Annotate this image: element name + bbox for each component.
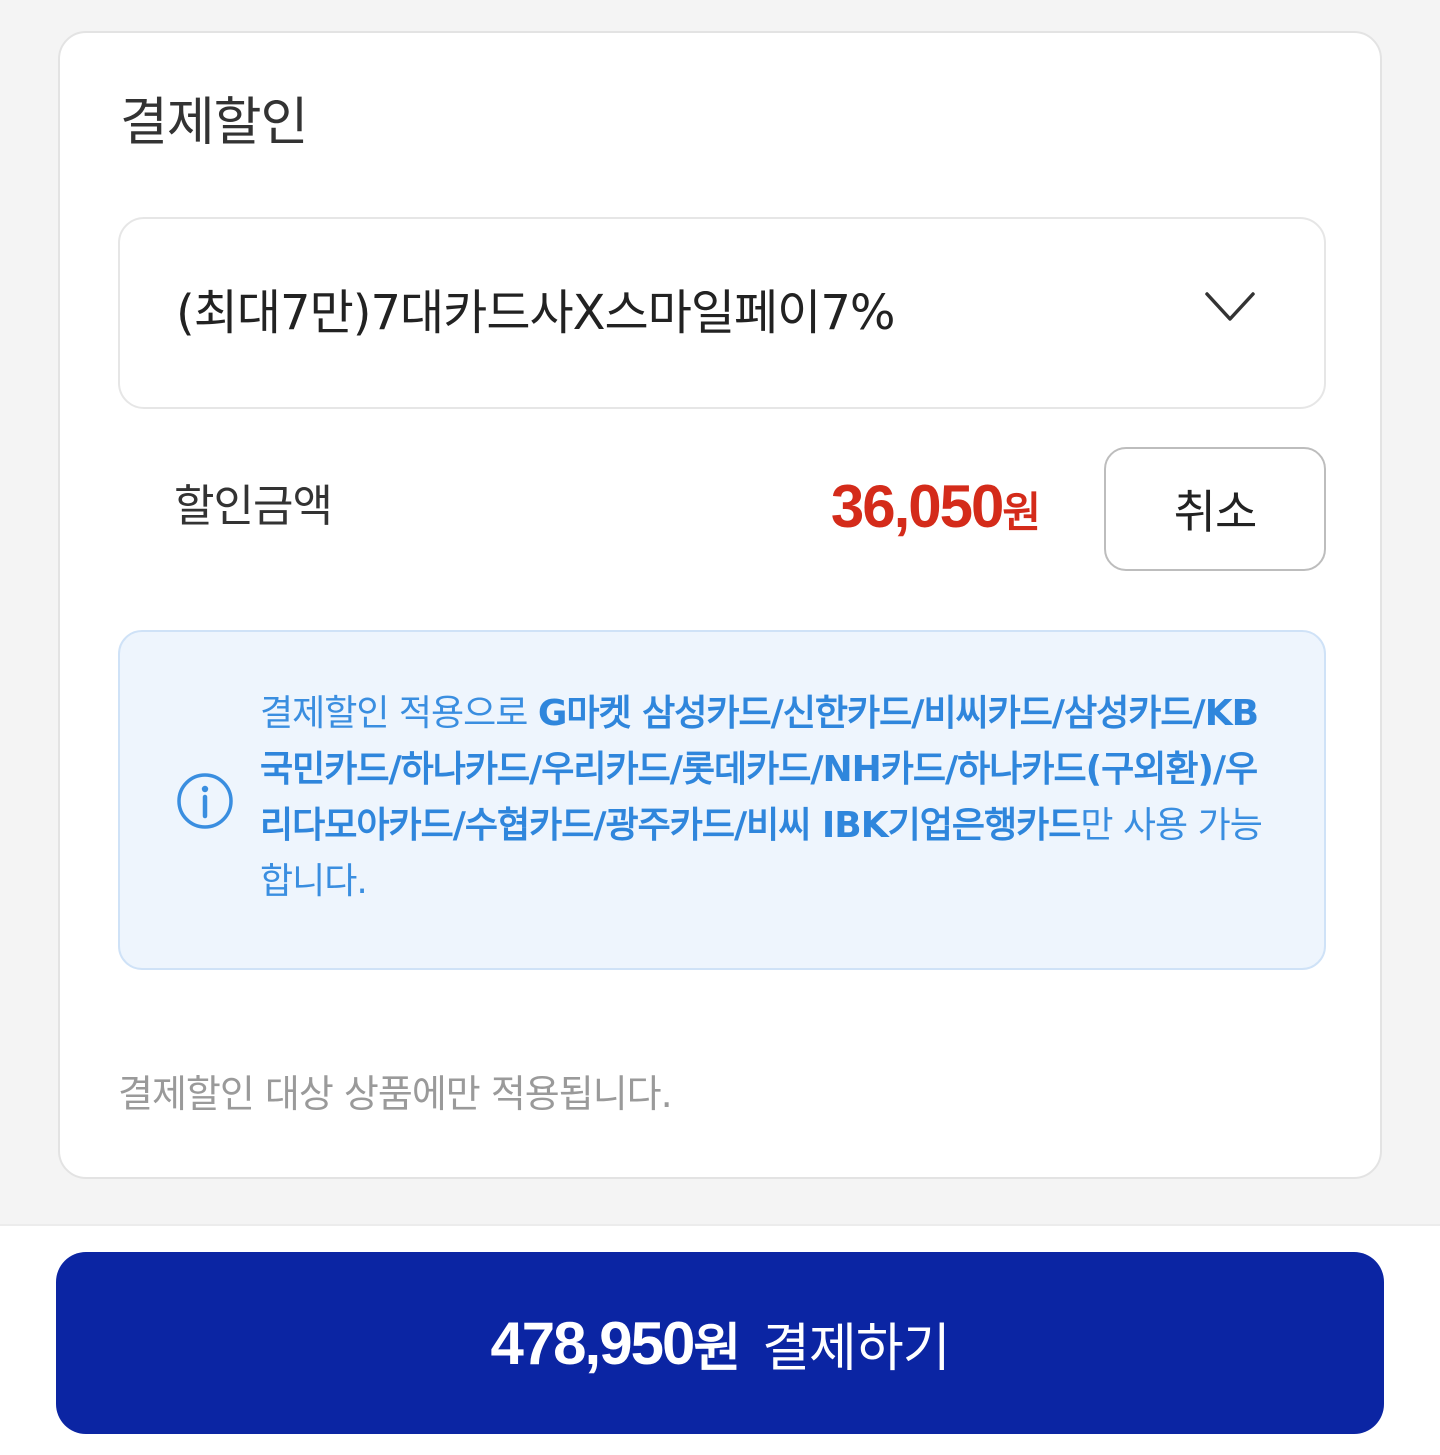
- discount-amount-number: 36,050: [830, 473, 1005, 540]
- discount-select-value: (최대7만)7대카드사X스마일페이7%: [176, 285, 895, 341]
- pay-amount: 478,950: [490, 1309, 695, 1377]
- info-text-prefix: 결제할인 적용으로: [260, 693, 538, 734]
- payment-page: 결제할인 (최대7만)7대카드사X스마일페이7% 할인금액 36,050원 취소…: [0, 0, 1440, 1455]
- discount-amount-value: 36,050원: [830, 471, 1041, 549]
- section-title: 결제할인: [120, 93, 308, 153]
- discount-amount-label: 할인금액: [174, 481, 333, 532]
- pay-button[interactable]: 478,950 원 결제하기: [56, 1252, 1384, 1434]
- discount-select[interactable]: (최대7만)7대카드사X스마일페이7%: [118, 217, 1326, 409]
- footnote: 결제할인 대상 상품에만 적용됩니다.: [118, 1072, 673, 1116]
- info-notice: 결제할인 적용으로 G마켓 삼성카드/신한카드/비씨카드/삼성카드/KB국민카드…: [118, 630, 1326, 970]
- cancel-button[interactable]: 취소: [1104, 447, 1326, 571]
- discount-card: 결제할인 (최대7만)7대카드사X스마일페이7% 할인금액 36,050원 취소…: [58, 31, 1382, 1179]
- pay-label: 결제하기: [762, 1318, 950, 1379]
- info-notice-text: 결제할인 적용으로 G마켓 삼성카드/신한카드/비씨카드/삼성카드/KB국민카드…: [260, 686, 1270, 910]
- pay-amount-unit: 원: [693, 1318, 741, 1379]
- info-circle-icon: [177, 773, 233, 829]
- discount-amount-unit: 원: [1002, 488, 1041, 537]
- chevron-down-icon: [1205, 292, 1255, 321]
